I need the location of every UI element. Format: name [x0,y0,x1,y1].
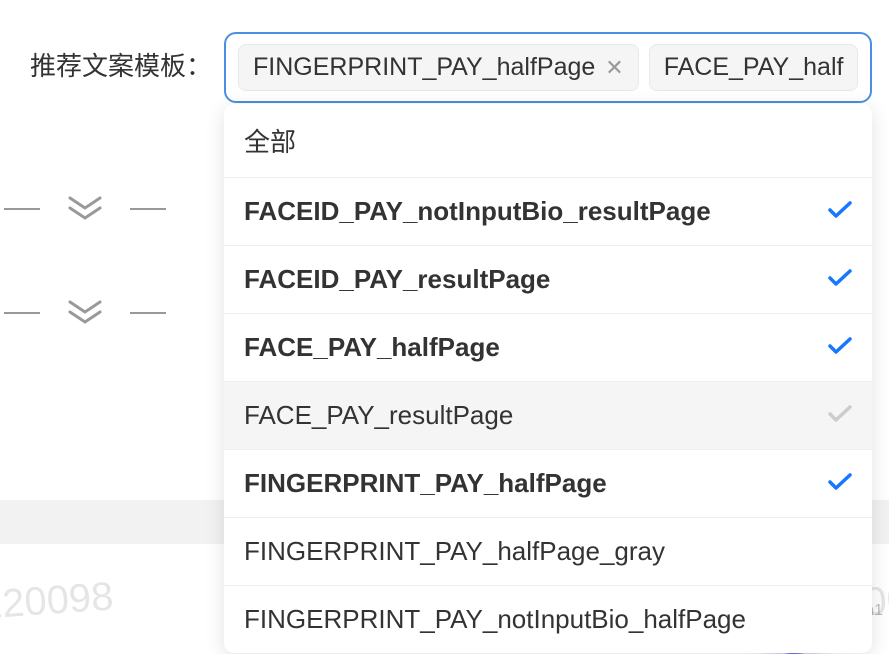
divider-line [4,312,40,314]
divider-line [4,208,40,210]
check-icon [828,198,852,226]
check-icon [828,266,852,294]
divider-line [130,208,166,210]
dropdown-option[interactable]: FACE_PAY_resultPage [224,382,872,450]
close-icon[interactable]: ✕ [605,57,623,79]
selected-tag[interactable]: FINGERPRINT_PAY_halfPage ✕ [238,44,639,91]
watermark-text: 120098 [0,574,115,628]
multiselect-input[interactable]: FINGERPRINT_PAY_halfPage ✕ FACE_PAY_half [224,32,872,103]
option-label: FINGERPRINT_PAY_halfPage_gray [244,536,665,567]
check-icon [828,402,852,430]
option-label: FACEID_PAY_resultPage [244,264,550,295]
tag-label: FACE_PAY_half [664,53,844,82]
dropdown-option[interactable]: FINGERPRINT_PAY_notInputBio_halfPage [224,586,872,653]
field-label: 推荐文案模板： [30,32,212,83]
dropdown-option[interactable]: FACEID_PAY_resultPage [224,246,872,314]
option-label: 全部 [244,122,296,159]
dropdown-option[interactable]: FINGERPRINT_PAY_halfPage [224,450,872,518]
dropdown-menu: 全部 FACEID_PAY_notInputBio_resultPage FAC… [224,104,872,653]
dropdown-option[interactable]: FACE_PAY_halfPage [224,314,872,382]
check-icon [828,470,852,498]
option-label: FINGERPRINT_PAY_halfPage [244,468,607,499]
chevron-down-icon [68,196,102,222]
option-label: FACEID_PAY_notInputBio_resultPage [244,196,711,227]
tag-label: FINGERPRINT_PAY_halfPage [253,53,595,82]
option-label: FINGERPRINT_PAY_notInputBio_halfPage [244,604,746,635]
divider-line [130,312,166,314]
option-label: FACE_PAY_resultPage [244,400,513,431]
dropdown-option[interactable]: FINGERPRINT_PAY_halfPage_gray [224,518,872,586]
check-icon [828,334,852,362]
option-label: FACE_PAY_halfPage [244,332,500,363]
selected-tag[interactable]: FACE_PAY_half [649,44,859,91]
dropdown-option-all[interactable]: 全部 [224,104,872,178]
dropdown-option[interactable]: FACEID_PAY_notInputBio_resultPage [224,178,872,246]
chevron-down-icon [68,300,102,326]
